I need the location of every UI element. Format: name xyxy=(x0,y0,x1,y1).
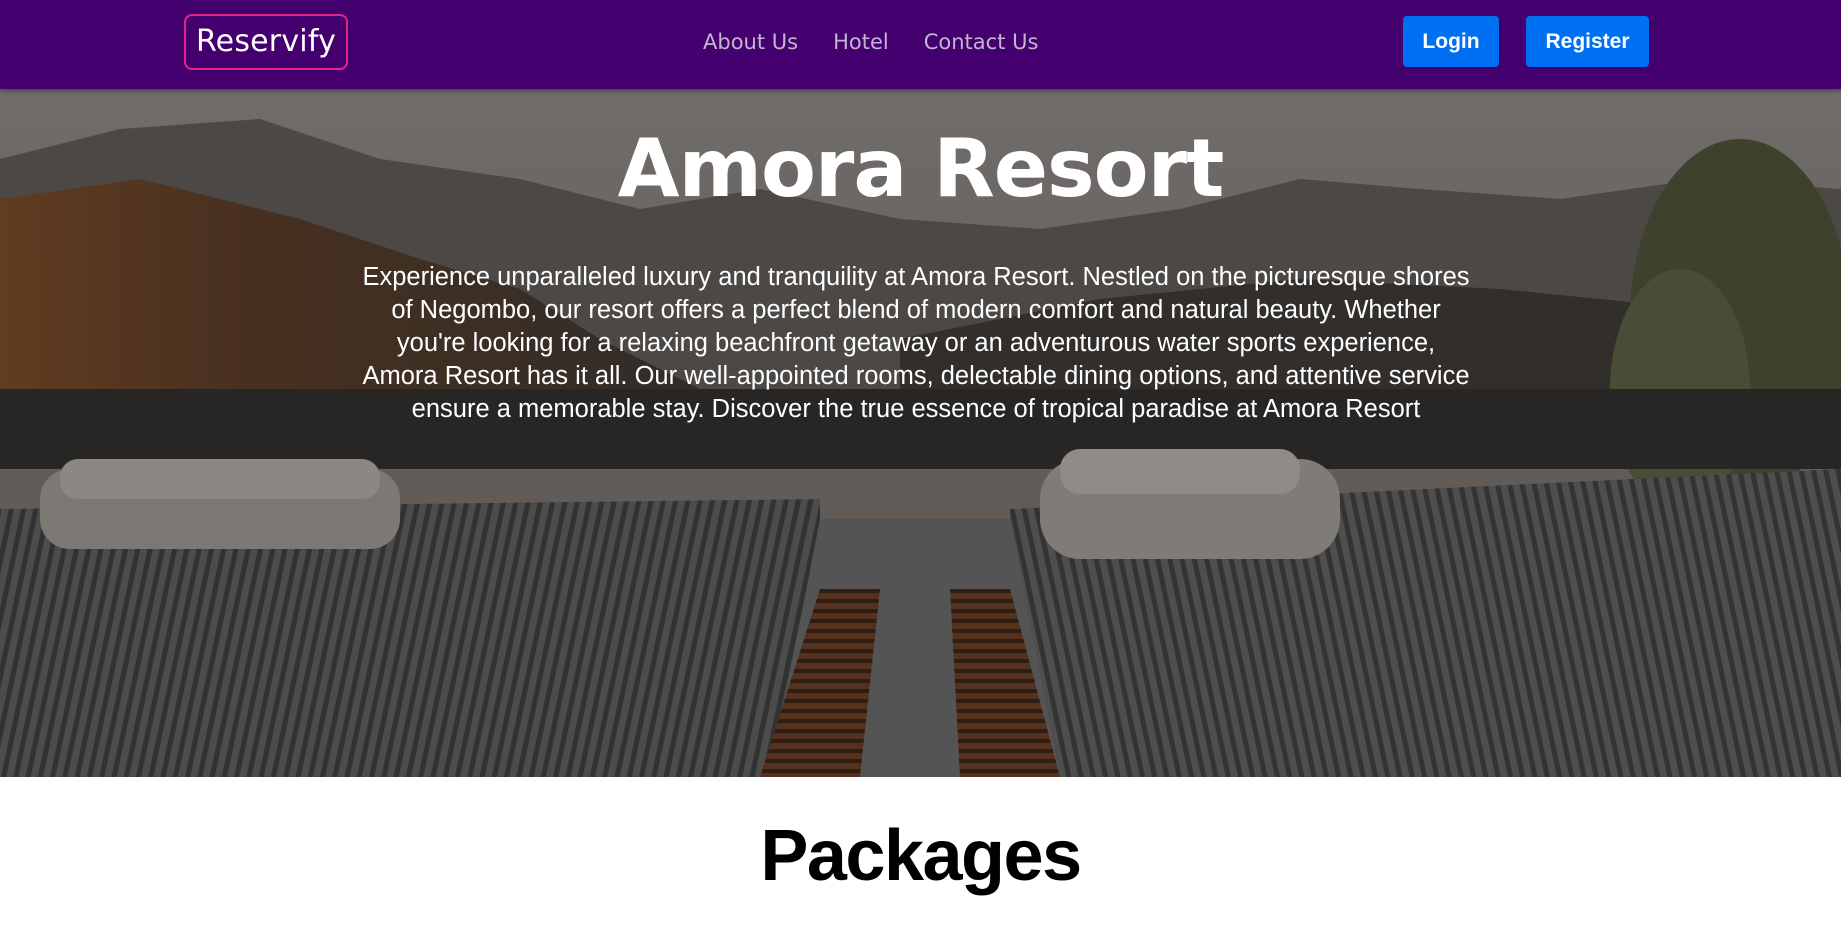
nav-link-about-us[interactable]: About Us xyxy=(703,24,798,60)
nav-link-contact-us[interactable]: Contact Us xyxy=(924,24,1039,60)
register-button[interactable]: Register xyxy=(1526,16,1649,67)
hero-section: Amora Resort Experience unparalleled lux… xyxy=(0,89,1841,777)
hero-description: Experience unparalleled luxury and tranq… xyxy=(362,263,1470,423)
nav-link-hotel[interactable]: Hotel xyxy=(833,24,889,60)
navbar: Reservify About Us Hotel Contact Us Logi… xyxy=(0,0,1841,89)
brand-logo[interactable]: Reservify xyxy=(184,14,348,70)
hero-title: Amora Resort xyxy=(617,122,1225,215)
nav-links: About Us Hotel Contact Us xyxy=(703,24,1038,60)
login-button[interactable]: Login xyxy=(1403,16,1499,67)
packages-heading: Packages xyxy=(760,816,1082,896)
